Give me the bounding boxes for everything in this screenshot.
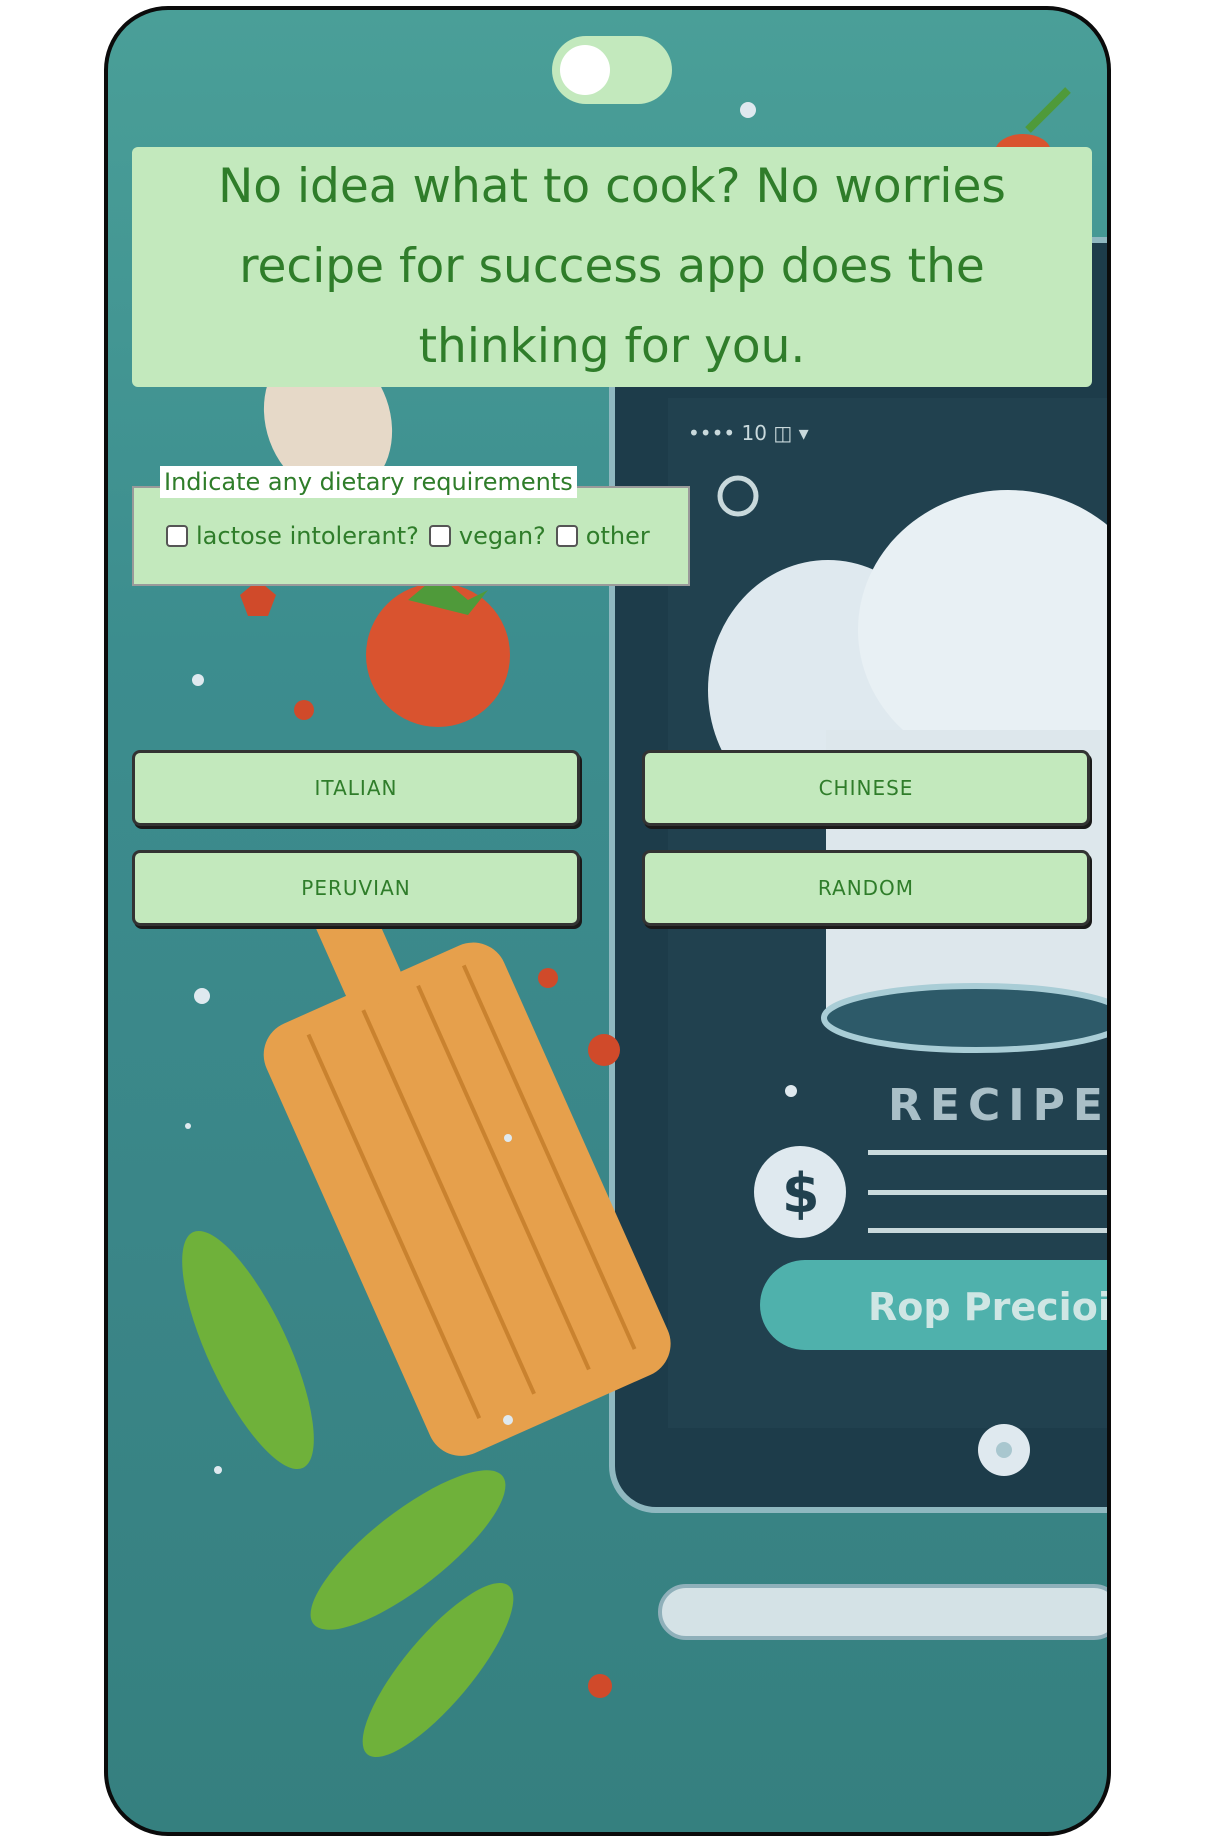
lactose-intolerant-checkbox[interactable]	[166, 525, 188, 547]
app-frame: •••• 10 ◫ ▾ RECIPE $ Rop Precioic No ide…	[104, 6, 1111, 1836]
dietary-legend: Indicate any dietary requirements	[160, 466, 577, 498]
tomato-illustration	[366, 575, 510, 727]
chinese-button[interactable]: CHINESE	[642, 750, 1090, 826]
other-checkbox[interactable]	[555, 525, 578, 547]
headline-banner: No idea what to cook? No worries recipe …	[132, 147, 1092, 387]
svg-text:$: $	[782, 1162, 820, 1225]
app-headline: No idea what to cook? No worries recipe …	[218, 159, 1006, 374]
dietary-requirements-group: Indicate any dietary requirements lactos…	[132, 466, 690, 586]
svg-text:•••• 10 ◫ ▾: •••• 10 ◫ ▾	[688, 421, 809, 445]
svg-text:Rop Precioic: Rop Precioic	[868, 1285, 1111, 1329]
dietary-options: lactose intolerant? vegan? other	[166, 522, 660, 550]
theme-toggle[interactable]	[552, 36, 672, 104]
random-button[interactable]: RANDOM	[642, 850, 1090, 926]
peruvian-button[interactable]: PERUVIAN	[132, 850, 580, 926]
italian-button[interactable]: ITALIAN	[132, 750, 580, 826]
vegan-label: vegan?	[458, 522, 546, 550]
lactose-intolerant-label: lactose intolerant?	[196, 522, 419, 550]
other-label: other	[585, 522, 650, 550]
toggle-knob	[560, 45, 610, 95]
leaf-illustration	[182, 1230, 314, 1470]
stylus-illustration	[658, 1584, 1107, 1640]
vegan-checkbox[interactable]	[428, 525, 451, 547]
recipe-illustration-text: RECIPE	[888, 1080, 1111, 1131]
